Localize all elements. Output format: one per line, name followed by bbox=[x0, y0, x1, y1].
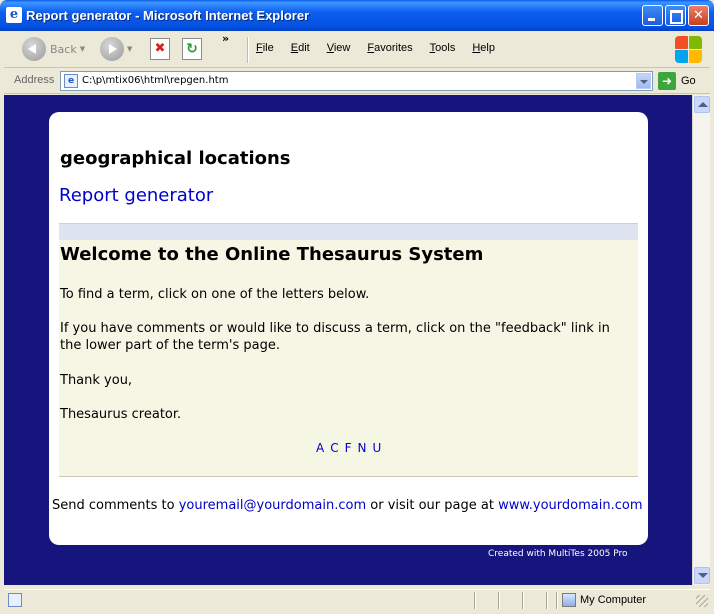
status-divider bbox=[556, 592, 558, 609]
menu-help[interactable]: Help bbox=[472, 42, 495, 54]
menu-tools[interactable]: Tools bbox=[430, 42, 456, 54]
minimize-button[interactable] bbox=[642, 5, 663, 26]
address-label: Address bbox=[14, 74, 55, 86]
windows-logo-icon bbox=[672, 33, 704, 65]
credit-text: Created with MultiTes 2005 Pro bbox=[488, 549, 628, 559]
letter-index: A C F N U bbox=[316, 441, 387, 455]
menu-edit[interactable]: Edit bbox=[291, 42, 310, 54]
security-zone-label: My Computer bbox=[580, 594, 647, 606]
address-url[interactable]: C:\p\mtix06\html\repgen.htm bbox=[82, 75, 228, 86]
minimize-icon bbox=[643, 6, 662, 25]
status-bar: My Computer bbox=[4, 589, 710, 610]
menu-favorites[interactable]: Favorites bbox=[367, 42, 412, 54]
toolbar-more-chevron[interactable]: » bbox=[222, 32, 229, 45]
menu-bar: File Edit View Favorites Tools Help bbox=[256, 42, 512, 54]
go-button[interactable]: ➜ Go bbox=[658, 71, 696, 91]
close-button[interactable]: ✕ bbox=[688, 5, 709, 26]
back-dropdown-icon[interactable]: ▼ bbox=[80, 45, 85, 53]
vertical-scrollbar[interactable] bbox=[692, 95, 710, 585]
back-arrow-icon bbox=[22, 37, 46, 61]
toolbar-separator bbox=[247, 37, 249, 63]
ie-icon: e bbox=[6, 7, 22, 23]
footer-text: Send comments to youremail@yourdomain.co… bbox=[52, 498, 643, 513]
signature-text: Thesaurus creator. bbox=[60, 407, 182, 422]
status-divider bbox=[498, 592, 500, 609]
letter-link-a[interactable]: A bbox=[316, 441, 324, 455]
feedback-text: If you have comments or would like to di… bbox=[60, 321, 610, 353]
website-link[interactable]: www.yourdomain.com bbox=[498, 498, 642, 513]
header-band bbox=[59, 223, 638, 240]
maximize-button[interactable] bbox=[665, 5, 686, 26]
go-label: Go bbox=[681, 75, 696, 87]
scroll-up-button[interactable] bbox=[694, 96, 710, 113]
letter-link-c[interactable]: C bbox=[330, 441, 338, 455]
welcome-panel: Welcome to the Online Thesaurus System T… bbox=[59, 240, 638, 477]
page-status-icon bbox=[8, 593, 22, 607]
close-icon: ✕ bbox=[693, 8, 704, 23]
footer-prefix: Send comments to bbox=[52, 498, 179, 513]
stop-icon: ✖ bbox=[150, 38, 170, 60]
page-icon: e bbox=[64, 74, 78, 88]
address-bar: Address e C:\p\mtix06\html\repgen.htm ➜ … bbox=[4, 68, 710, 94]
window-title: Report generator - Microsoft Internet Ex… bbox=[26, 8, 310, 23]
maximize-icon bbox=[666, 6, 685, 25]
refresh-button[interactable]: ↻ bbox=[182, 36, 202, 62]
stop-button[interactable]: ✖ bbox=[150, 36, 170, 62]
footer-middle: or visit our page at bbox=[366, 498, 499, 513]
back-button[interactable]: Back ▼ bbox=[22, 36, 85, 62]
resize-grip-icon[interactable] bbox=[696, 595, 708, 607]
scroll-down-button[interactable] bbox=[694, 567, 710, 584]
forward-dropdown-icon[interactable]: ▼ bbox=[127, 45, 132, 53]
welcome-heading: Welcome to the Online Thesaurus System bbox=[60, 244, 484, 265]
letter-link-f[interactable]: F bbox=[345, 441, 352, 455]
letter-link-u[interactable]: U bbox=[373, 441, 382, 455]
status-divider bbox=[474, 592, 476, 609]
menu-file[interactable]: File bbox=[256, 42, 274, 54]
status-divider bbox=[546, 592, 548, 609]
refresh-icon: ↻ bbox=[182, 38, 202, 60]
computer-icon bbox=[562, 593, 576, 607]
title-bar[interactable]: e Report generator - Microsoft Internet … bbox=[0, 0, 714, 31]
menu-view[interactable]: View bbox=[327, 42, 351, 54]
go-arrow-icon: ➜ bbox=[658, 72, 676, 90]
forward-arrow-icon bbox=[100, 37, 124, 61]
standard-toolbar: Back ▼ ▼ ✖ ↻ » File Edit View Favorites … bbox=[4, 31, 710, 68]
report-generator-link[interactable]: Report generator bbox=[59, 185, 213, 206]
letter-link-n[interactable]: N bbox=[358, 441, 367, 455]
address-dropdown-button[interactable] bbox=[636, 73, 651, 89]
page-heading: geographical locations bbox=[60, 148, 291, 169]
back-label: Back bbox=[50, 42, 77, 56]
content-card: geographical locations Report generator … bbox=[49, 112, 648, 545]
forward-button[interactable]: ▼ bbox=[100, 36, 132, 62]
email-link[interactable]: youremail@yourdomain.com bbox=[179, 498, 366, 513]
instruction-text: To find a term, click on one of the lett… bbox=[60, 287, 370, 302]
status-divider bbox=[522, 592, 524, 609]
thanks-text: Thank you, bbox=[60, 373, 133, 388]
address-input[interactable]: e C:\p\mtix06\html\repgen.htm bbox=[60, 71, 653, 91]
page-viewport: geographical locations Report generator … bbox=[4, 95, 692, 585]
